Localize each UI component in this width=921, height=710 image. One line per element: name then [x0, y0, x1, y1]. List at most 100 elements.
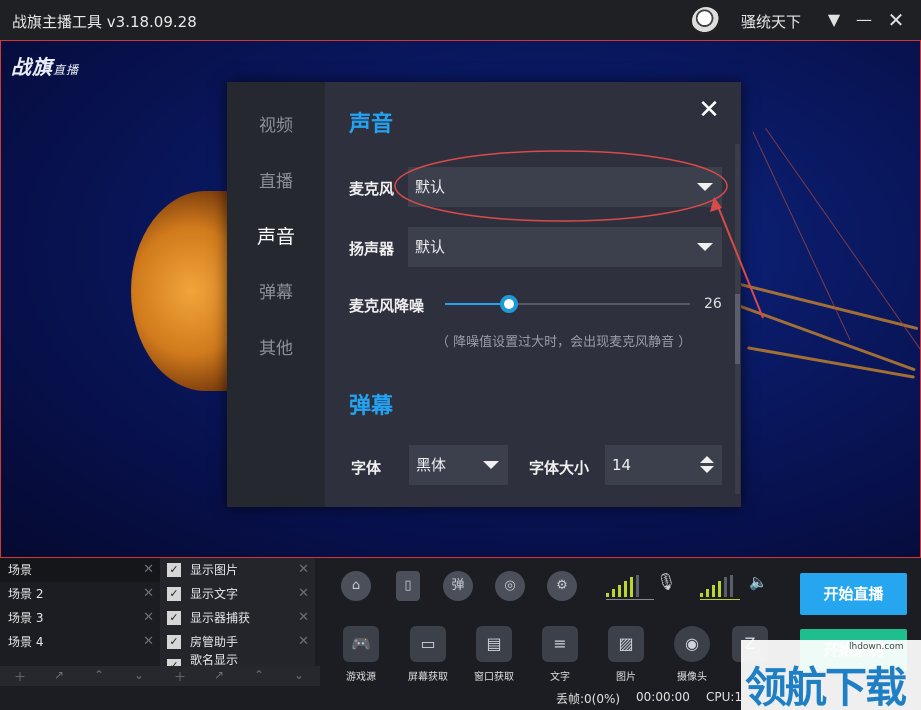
speaker-icon[interactable]: 🔈 — [749, 573, 768, 591]
app-title: 战旗主播工具 v3.18.09.28 — [12, 13, 197, 31]
font-size-label: 字体大小 — [529, 459, 590, 477]
close-icon[interactable]: ✕ — [298, 558, 309, 582]
close-icon[interactable]: ✕ — [143, 558, 154, 582]
speaker-select-value: 默认 — [415, 238, 446, 256]
gamepad-icon: 🎮 — [343, 626, 379, 662]
username[interactable]: 骚统天下 — [741, 11, 801, 32]
close-icon[interactable]: ✕ — [143, 630, 154, 654]
tool-image[interactable]: ▨ 图片 — [596, 626, 656, 683]
scene-item[interactable]: 场景 2 ✕ — [0, 582, 160, 606]
watermark-text: 领航下载 — [745, 663, 907, 710]
logo-sub-text: 直播 — [53, 63, 80, 77]
speaker-label: 扬声器 — [349, 240, 395, 258]
source-item[interactable]: ✓ 歌名显示 — [160, 654, 315, 666]
close-icon[interactable]: ✕ — [298, 606, 309, 630]
close-icon[interactable]: ✕ — [298, 582, 309, 606]
noise-label: 麦克风降噪 — [349, 297, 425, 315]
logo-main-text: 战旗 — [11, 55, 53, 79]
window-icon: ▤ — [476, 626, 512, 662]
tool-label: 文字 — [550, 672, 570, 683]
source-label: 显示器捕获 — [190, 611, 251, 625]
tool-label: 屏幕获取 — [408, 672, 448, 683]
dialog-scrollbar-thumb[interactable] — [735, 294, 740, 364]
home-icon[interactable]: ⌂ — [341, 571, 371, 601]
microphone-icon[interactable]: 🎙 — [656, 572, 676, 591]
tool-camera[interactable]: ◉ 摄像头 — [662, 626, 722, 683]
tool-screen-capture[interactable]: ▭ 屏幕获取 — [398, 626, 458, 683]
user-avatar[interactable] — [692, 7, 720, 35]
add-icon[interactable]: ＋ — [174, 668, 186, 685]
tool-game-source[interactable]: 🎮 游戏源 — [331, 626, 391, 683]
close-icon[interactable]: ✕ — [884, 8, 908, 32]
monitor-icon: ▭ — [410, 626, 446, 662]
chevron-down-icon — [697, 183, 713, 191]
settings-gear-icon[interactable]: ⚙ — [547, 571, 577, 601]
mic-label: 麦克风 — [349, 180, 395, 198]
close-icon[interactable]: ✕ — [143, 606, 154, 630]
dialog-scrollbar[interactable] — [735, 144, 740, 494]
checkbox[interactable]: ✓ — [167, 587, 181, 601]
noise-value: 26 — [704, 296, 722, 312]
move-down-icon[interactable]: ⌄ — [294, 668, 304, 682]
source-label: 房管助手 — [190, 635, 239, 649]
vr-icon[interactable]: ◎ — [495, 571, 525, 601]
scene-label: 场景 — [8, 563, 33, 577]
zhanqi-logo: 战旗直播 — [11, 51, 79, 80]
edit-icon[interactable]: ↗ — [54, 668, 64, 682]
dropdown-icon[interactable]: ▼ — [822, 8, 846, 32]
minimize-icon[interactable]: — — [852, 8, 876, 32]
close-icon[interactable]: ✕ — [298, 630, 309, 654]
danmaku-icon[interactable]: 弹 — [443, 571, 473, 601]
font-select[interactable]: 黑体 — [409, 445, 508, 485]
scene-item[interactable]: 场景 3 ✕ — [0, 606, 160, 630]
stepper-arrows-icon[interactable] — [700, 456, 714, 473]
source-item[interactable]: ✓ 显示器捕获 ✕ — [160, 606, 315, 630]
scene-label: 场景 3 — [8, 611, 44, 625]
checkbox[interactable]: ✓ — [167, 659, 181, 666]
jellyfish-filament — [752, 131, 851, 341]
watermark-site: lhdown.com — [849, 642, 904, 652]
source-label: 歌名显示 — [190, 654, 239, 666]
cpu-usage: CPU:1 — [706, 690, 743, 704]
mic-select[interactable]: 默认 — [408, 167, 722, 207]
scene-label: 场景 4 — [8, 635, 44, 649]
tool-text[interactable]: ≡ 文字 — [530, 626, 590, 683]
source-item[interactable]: ✓ 显示文字 ✕ — [160, 582, 315, 606]
jellyfish-filament — [765, 127, 920, 375]
nav-sound[interactable]: 声音 — [227, 222, 325, 249]
checkbox[interactable]: ✓ — [167, 635, 181, 649]
nav-live[interactable]: 直播 — [227, 167, 325, 192]
scene-item[interactable]: 场景 ✕ — [0, 558, 160, 582]
document-icon: ≡ — [542, 626, 578, 662]
watermark: lhdown.com 领航下载 — [741, 640, 921, 710]
move-up-icon[interactable]: ⌃ — [254, 668, 264, 682]
speaker-select[interactable]: 默认 — [408, 227, 722, 267]
noise-slider-thumb[interactable] — [500, 295, 518, 313]
source-list: ✓ 显示图片 ✕ ✓ 显示文字 ✕ ✓ 显示器捕获 ✕ ✓ 房管助手 ✕ ✓ 歌名显示 — [160, 558, 315, 666]
phone-icon[interactable]: ▯ — [396, 571, 420, 601]
checkbox[interactable]: ✓ — [167, 563, 181, 577]
checkbox[interactable]: ✓ — [167, 611, 181, 625]
move-down-icon[interactable]: ⌄ — [134, 668, 144, 682]
dialog-close-icon[interactable]: ✕ — [697, 97, 721, 123]
edit-icon[interactable]: ↗ — [214, 668, 224, 682]
danmaku-section-title: 弹幕 — [349, 394, 394, 419]
webcam-icon: ◉ — [674, 626, 710, 662]
start-live-button[interactable]: 开始直播 — [800, 573, 907, 615]
font-label: 字体 — [351, 459, 382, 477]
font-size-stepper[interactable]: 14 — [605, 445, 722, 485]
source-item[interactable]: ✓ 房管助手 ✕ — [160, 630, 315, 654]
close-icon[interactable]: ✕ — [143, 582, 154, 606]
tool-window-capture[interactable]: ▤ 窗口获取 — [464, 626, 524, 683]
nav-other[interactable]: 其他 — [227, 334, 325, 359]
move-up-icon[interactable]: ⌃ — [94, 668, 104, 682]
scene-item[interactable]: 场景 4 ✕ — [0, 630, 160, 654]
source-item[interactable]: ✓ 显示图片 ✕ — [160, 558, 315, 582]
noise-hint: （ 降噪值设置过大时，会出现麦克风静音 ） — [436, 335, 692, 350]
speaker-level-meter — [700, 573, 740, 600]
noise-slider[interactable] — [445, 295, 690, 313]
add-icon[interactable]: ＋ — [14, 668, 26, 685]
settings-nav: 视频 直播 声音 弹幕 其他 — [227, 82, 325, 507]
nav-video[interactable]: 视频 — [227, 111, 325, 136]
nav-danmaku[interactable]: 弹幕 — [227, 278, 325, 303]
